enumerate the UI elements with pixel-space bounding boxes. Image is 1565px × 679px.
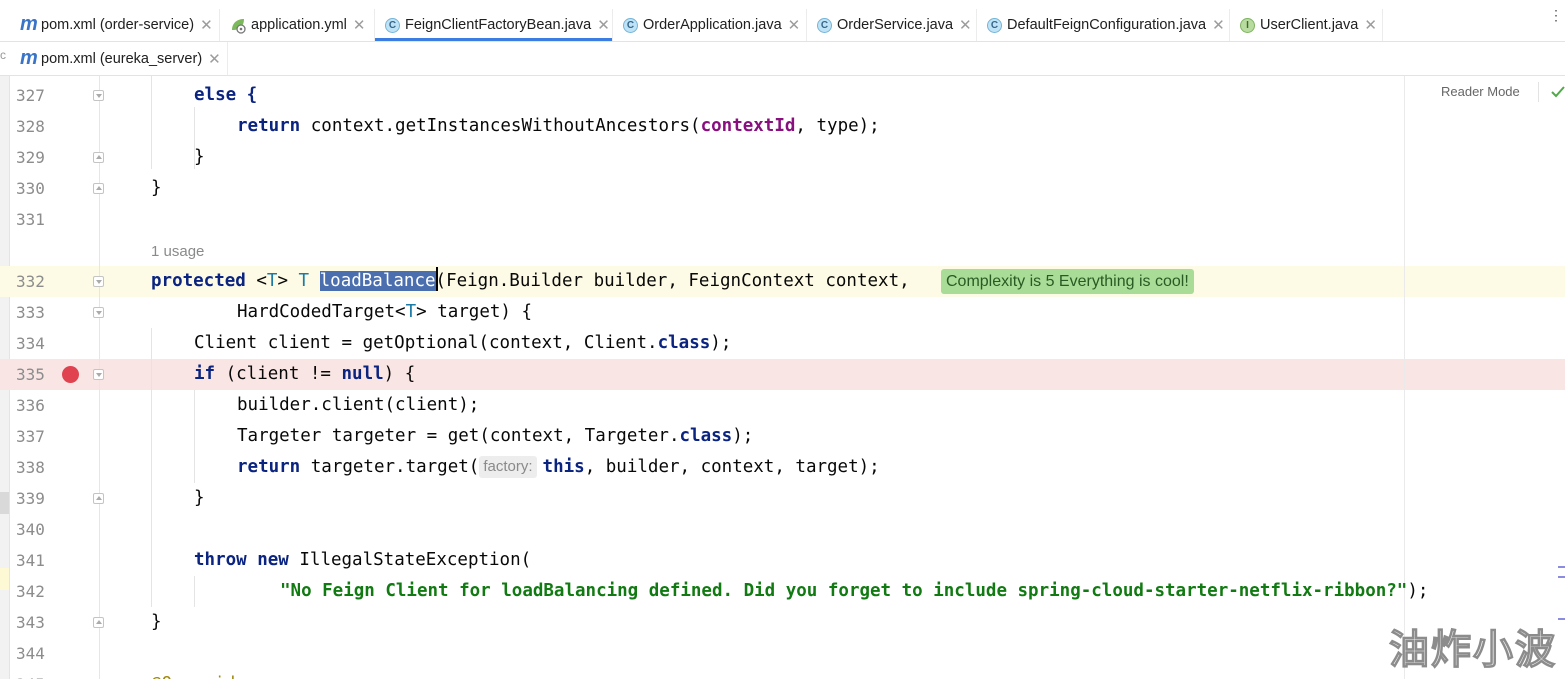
fold-icon[interactable]	[93, 90, 104, 101]
close-icon[interactable]: ✕	[597, 16, 610, 34]
code-editor[interactable]: 327 else { 328 return context.getInstanc…	[0, 76, 1565, 679]
reader-mode-button[interactable]: Reader Mode	[1441, 84, 1520, 99]
code-line: 339 }	[16, 488, 205, 508]
close-icon[interactable]: ✕	[353, 16, 366, 34]
tab-label: pom.xml (order-service)	[41, 17, 195, 33]
code-line: 336 builder.client(client);	[16, 395, 480, 415]
close-icon[interactable]: ✕	[208, 50, 221, 68]
class-icon: C	[817, 17, 832, 33]
parameter-hint: factory:	[479, 456, 537, 478]
close-icon[interactable]: ✕	[788, 16, 801, 34]
code-line: 345 @Override	[0, 669, 1565, 679]
fold-icon[interactable]	[93, 369, 104, 380]
tab-pom-eureka-server[interactable]: m pom.xml (eureka_server) ✕	[10, 42, 228, 75]
code-line: 335 if (client != null) {	[16, 364, 416, 384]
code-line: 342 "No Feign Client for loadBalancing d…	[16, 581, 1429, 601]
fold-icon[interactable]	[93, 152, 104, 163]
code-line: 338 return targeter.target(factory: this,…	[16, 456, 880, 478]
code-line: 333 HardCodedTarget<T> target) {	[16, 302, 533, 322]
tab-order-service[interactable]: C OrderService.java ✕	[807, 9, 977, 41]
code-line: 328 return context.getInstancesWithoutAn…	[16, 116, 880, 136]
tab-label: DefaultFeignConfiguration.java	[1007, 17, 1207, 33]
code-line: 334 Client client = getOptional(context,…	[16, 333, 732, 353]
fold-icon[interactable]	[93, 307, 104, 318]
tab-order-application[interactable]: C OrderApplication.java ✕	[613, 9, 807, 41]
spring-boot-class-icon: C	[623, 17, 638, 33]
spring-config-icon	[230, 17, 246, 34]
fold-icon[interactable]	[93, 183, 104, 194]
tab-feign-client-factory-bean[interactable]: C FeignClientFactoryBean.java ✕	[375, 9, 613, 41]
fold-icon[interactable]	[93, 493, 104, 504]
code-line: 344	[16, 644, 45, 663]
close-icon[interactable]: ✕	[1212, 16, 1225, 34]
tab-label: application.yml	[251, 17, 347, 33]
interface-icon: I	[1240, 17, 1255, 33]
tab-label: pom.xml (eureka_server)	[41, 50, 203, 67]
selected-text: loadBalance	[319, 271, 436, 291]
maven-icon: m	[20, 13, 38, 35]
text-caret	[435, 267, 438, 291]
panel-edge-marker: c	[0, 48, 6, 62]
code-line: 327 else {	[16, 85, 258, 105]
fold-icon[interactable]	[93, 617, 104, 628]
maven-icon: m	[20, 46, 38, 69]
code-line: 343 }	[16, 612, 162, 632]
code-line: 340	[16, 520, 45, 539]
code-line: 331	[16, 210, 45, 229]
watermark: 油炸小波	[1388, 626, 1557, 673]
complexity-inlay: Complexity is 5 Everything is cool!	[941, 269, 1194, 294]
usage-inlay[interactable]: 1 usage	[0, 236, 1565, 267]
check-icon[interactable]	[1550, 84, 1565, 100]
fold-icon[interactable]	[93, 276, 104, 287]
close-icon[interactable]: ✕	[200, 16, 213, 34]
tab-label: OrderService.java	[837, 17, 954, 33]
tab-default-feign-configuration[interactable]: C DefaultFeignConfiguration.java ✕	[977, 9, 1230, 41]
class-icon: C	[987, 17, 1002, 33]
code-line: 332 protected <T> T loadBalance(Feign.Bu…	[0, 266, 1565, 297]
tab-label: OrderApplication.java	[643, 17, 782, 33]
tab-label: UserClient.java	[1260, 17, 1359, 33]
code-line: 337 Targeter targeter = get(context, Tar…	[16, 426, 754, 446]
code-line: 329 }	[16, 147, 205, 167]
tab-user-client[interactable]: I UserClient.java ✕	[1230, 9, 1383, 41]
close-icon[interactable]: ✕	[1364, 16, 1377, 34]
tab-pom-order-service[interactable]: m pom.xml (order-service) ✕	[10, 9, 220, 41]
more-tabs-icon[interactable]: ⋮	[1549, 8, 1563, 22]
editor-tab-bar-row-2: m pom.xml (eureka_server) ✕	[0, 42, 1565, 76]
code-line: 341 throw new IllegalStateException(	[16, 550, 532, 570]
tab-application-yml[interactable]: application.yml ✕	[220, 9, 375, 41]
code-line: 330 }	[16, 178, 162, 198]
class-icon: C	[385, 17, 400, 33]
editor-tab-bar: m pom.xml (order-service) ✕ application.…	[0, 9, 1565, 42]
close-icon[interactable]: ✕	[959, 16, 972, 34]
tab-label: FeignClientFactoryBean.java	[405, 17, 592, 33]
breakpoint-icon[interactable]	[62, 366, 79, 383]
